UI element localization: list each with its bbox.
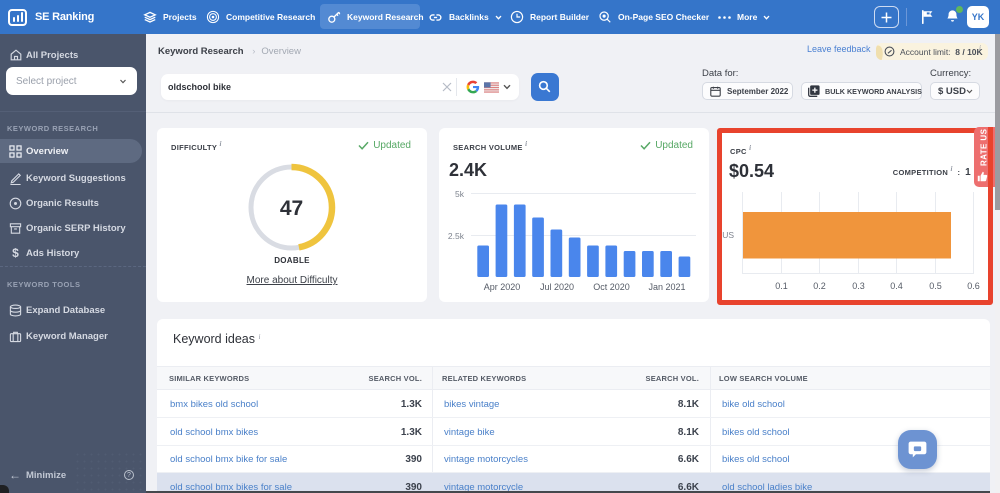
svg-text:0.2: 0.2	[813, 281, 826, 291]
svg-text:2.5k: 2.5k	[448, 231, 465, 241]
svg-text:0.6: 0.6	[967, 281, 980, 291]
svg-text:0.5: 0.5	[929, 281, 942, 291]
svg-text:Jan 2021: Jan 2021	[648, 282, 685, 292]
svg-text:0.1: 0.1	[775, 281, 788, 291]
svg-text:RATE US: RATE US	[979, 128, 988, 166]
svg-text:Apr 2020: Apr 2020	[484, 282, 521, 292]
svg-text:Oct 2020: Oct 2020	[593, 282, 630, 292]
svg-text:Jul 2020: Jul 2020	[540, 282, 574, 292]
svg-text:47: 47	[280, 197, 303, 220]
svg-text:0.3: 0.3	[852, 281, 865, 291]
svg-text:5k: 5k	[455, 189, 465, 199]
svg-text:US: US	[722, 230, 734, 240]
svg-text:0.4: 0.4	[890, 281, 903, 291]
